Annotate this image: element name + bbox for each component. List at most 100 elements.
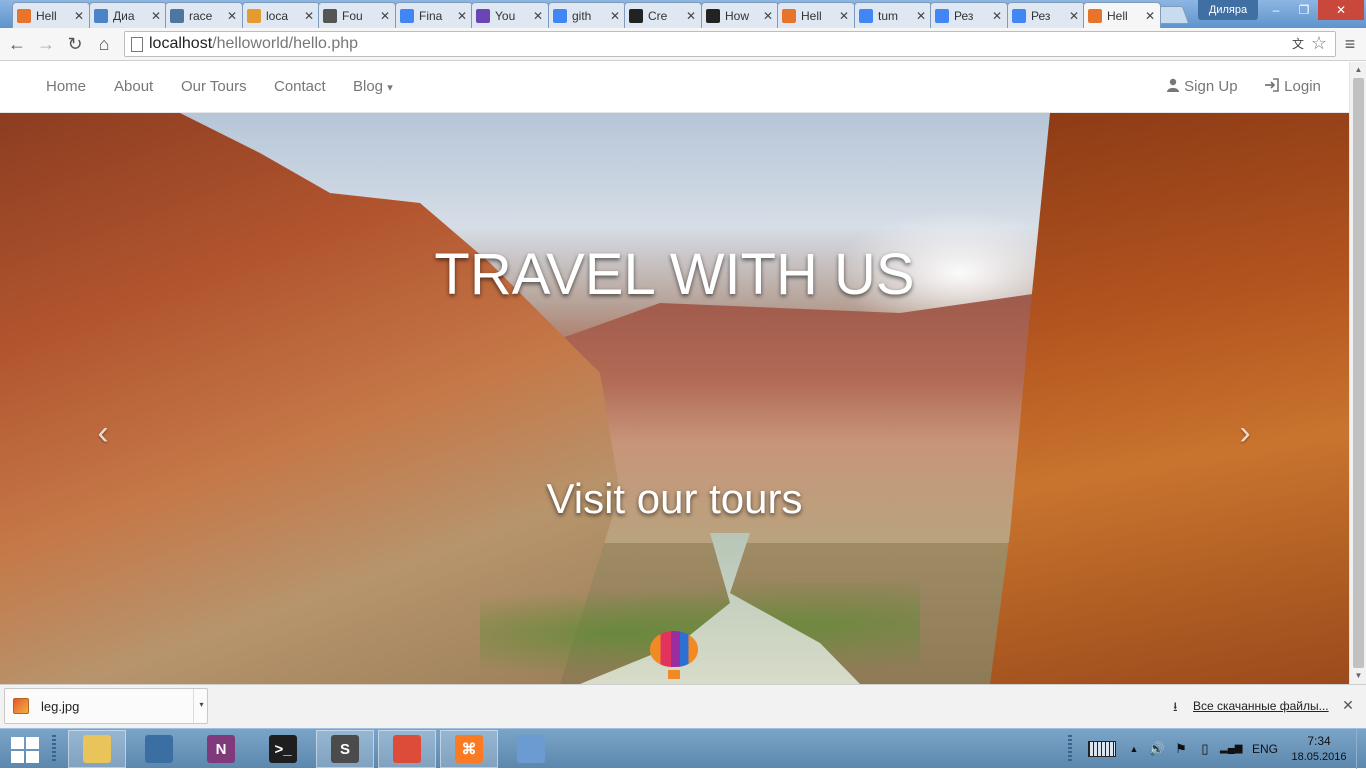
nav-about[interactable]: About bbox=[114, 62, 153, 113]
start-button[interactable] bbox=[8, 734, 40, 764]
taskbar-app-paint[interactable] bbox=[502, 730, 560, 768]
language-indicator[interactable]: ENG bbox=[1252, 742, 1278, 756]
tray-expand-icon[interactable]: ▲ bbox=[1125, 739, 1143, 759]
close-tab-icon[interactable]: ✕ bbox=[225, 9, 239, 23]
tab-title: You bbox=[495, 8, 516, 23]
profile-badge[interactable]: Диляра bbox=[1198, 0, 1258, 20]
home-button[interactable]: ⌂ bbox=[92, 32, 116, 56]
browser-tab[interactable]: Fina ✕ bbox=[395, 2, 473, 28]
taskbar-app-python[interactable] bbox=[130, 730, 188, 768]
taskbar-grip bbox=[52, 735, 56, 763]
minimize-button[interactable]: – bbox=[1262, 0, 1290, 20]
close-tab-icon[interactable]: ✕ bbox=[990, 9, 1004, 23]
tab-title: Рез bbox=[954, 8, 974, 23]
browser-tab[interactable]: Fou ✕ bbox=[318, 2, 396, 28]
battery-icon[interactable]: ▯ bbox=[1196, 739, 1214, 759]
action-center-icon[interactable]: ⚑ bbox=[1172, 739, 1190, 759]
forward-button[interactable]: → bbox=[34, 32, 58, 56]
url-path: /helloworld/hello.php bbox=[212, 35, 359, 52]
browser-tab[interactable]: Рез ✕ bbox=[930, 2, 1008, 28]
windows-taskbar: N >_ S ⌘ ▲ 🔊 ⚑ ▯ ▂▄▆ ENG 7:34 18.05.2016 bbox=[0, 728, 1366, 769]
browser-tab[interactable]: Hell ✕ bbox=[12, 2, 90, 28]
browser-tab[interactable]: How ✕ bbox=[701, 2, 779, 28]
close-tab-icon[interactable]: ✕ bbox=[455, 9, 469, 23]
scroll-thumb[interactable] bbox=[1353, 78, 1364, 668]
keyboard-icon[interactable] bbox=[1088, 741, 1116, 757]
xampp-icon bbox=[1088, 8, 1102, 23]
taskbar-app-sublime-text[interactable]: S bbox=[316, 730, 374, 768]
browser-tab[interactable]: Cre ✕ bbox=[624, 2, 702, 28]
close-tab-icon[interactable]: ✕ bbox=[302, 9, 316, 23]
volume-icon[interactable]: 🔊 bbox=[1148, 739, 1166, 759]
translate-icon[interactable]: 文 bbox=[1289, 35, 1307, 53]
nav-home[interactable]: Home bbox=[46, 62, 86, 113]
hero-subtitle: Visit our tours bbox=[546, 475, 803, 522]
close-tab-icon[interactable]: ✕ bbox=[149, 9, 163, 23]
browser-tab[interactable]: You ✕ bbox=[471, 2, 549, 28]
reload-button[interactable]: ↻ bbox=[63, 32, 87, 56]
login-label: Login bbox=[1284, 78, 1321, 95]
clock-date[interactable]: 18.05.2016 bbox=[1290, 751, 1348, 763]
network-signal-icon[interactable]: ▂▄▆ bbox=[1220, 739, 1242, 759]
download-item[interactable]: leg.jpg ▾ bbox=[4, 688, 208, 724]
nav-our-tours[interactable]: Our Tours bbox=[181, 62, 247, 113]
close-tab-icon[interactable]: ✕ bbox=[1067, 9, 1081, 23]
taskbar-app-terminal[interactable]: >_ bbox=[254, 730, 312, 768]
maximize-button[interactable]: ❐ bbox=[1290, 0, 1318, 20]
show-desktop-button[interactable] bbox=[1356, 729, 1366, 769]
browser-tab[interactable]: loca ✕ bbox=[242, 2, 320, 28]
tab-title: Fou bbox=[342, 8, 363, 23]
close-tab-icon[interactable]: ✕ bbox=[914, 9, 928, 23]
bookmark-star-icon[interactable]: ☆ bbox=[1309, 33, 1329, 53]
clock-time[interactable]: 7:34 bbox=[1294, 734, 1344, 748]
close-window-button[interactable]: ✕ bbox=[1318, 0, 1364, 20]
browser-tab[interactable]: Рез ✕ bbox=[1007, 2, 1085, 28]
scroll-up-icon[interactable]: ▲ bbox=[1350, 62, 1366, 78]
browser-tab[interactable]: Hell ✕ bbox=[1083, 2, 1161, 28]
back-button[interactable]: ← bbox=[5, 32, 29, 56]
address-bar[interactable]: localhost/helloworld/hello.php 文 ☆ bbox=[124, 31, 1336, 57]
close-tab-icon[interactable]: ✕ bbox=[684, 9, 698, 23]
nav-login[interactable]: Login bbox=[1264, 62, 1321, 113]
scroll-down-icon[interactable]: ▼ bbox=[1350, 668, 1366, 684]
close-tab-icon[interactable]: ✕ bbox=[1143, 9, 1157, 23]
browser-tab[interactable]: race ✕ bbox=[165, 2, 243, 28]
vk-icon bbox=[170, 8, 184, 23]
user-icon bbox=[1167, 78, 1179, 92]
tab-title: Hell bbox=[36, 8, 57, 23]
url-host: localhost bbox=[149, 35, 213, 52]
list-icon bbox=[476, 8, 490, 23]
github-icon bbox=[706, 8, 720, 23]
show-all-downloads-link[interactable]: Все скачанные файлы... bbox=[1193, 699, 1329, 713]
close-tab-icon[interactable]: ✕ bbox=[72, 9, 86, 23]
chrome-icon bbox=[393, 735, 421, 763]
carousel-next-icon[interactable]: › bbox=[1230, 413, 1260, 453]
browser-tab[interactable]: Диа ✕ bbox=[89, 2, 167, 28]
close-download-shelf-icon[interactable]: ✕ bbox=[1338, 695, 1358, 715]
download-options-icon[interactable]: ▾ bbox=[193, 689, 209, 723]
close-tab-icon[interactable]: ✕ bbox=[378, 9, 392, 23]
taskbar-app-onenote[interactable]: N bbox=[192, 730, 250, 768]
close-tab-icon[interactable]: ✕ bbox=[837, 9, 851, 23]
tab-title: Fina bbox=[419, 8, 443, 23]
browser-menu-icon[interactable]: ≡ bbox=[1340, 32, 1360, 56]
browser-tab[interactable]: tum ✕ bbox=[854, 2, 932, 28]
nav-contact[interactable]: Contact bbox=[274, 62, 326, 113]
taskbar-app-xampp[interactable]: ⌘ bbox=[440, 730, 498, 768]
nav-sign-up[interactable]: Sign Up bbox=[1166, 62, 1238, 113]
nav-blog-dropdown[interactable]: Blog ▾ bbox=[353, 62, 393, 113]
xampp-icon bbox=[17, 8, 31, 23]
taskbar-app-file-explorer[interactable] bbox=[68, 730, 126, 768]
browser-tab[interactable]: gith ✕ bbox=[548, 2, 626, 28]
hero-carousel: TRAVEL WITH US Visit our tours ‹ › bbox=[0, 113, 1349, 684]
xampp-icon bbox=[782, 8, 796, 23]
carousel-prev-icon[interactable]: ‹ bbox=[88, 413, 118, 453]
browser-tab[interactable]: Hell ✕ bbox=[777, 2, 855, 28]
close-tab-icon[interactable]: ✕ bbox=[761, 9, 775, 23]
tray-grip bbox=[1068, 735, 1072, 763]
close-tab-icon[interactable]: ✕ bbox=[531, 9, 545, 23]
phpmyadmin-icon bbox=[247, 8, 261, 23]
page-scrollbar[interactable]: ▲ ▼ bbox=[1349, 62, 1366, 684]
close-tab-icon[interactable]: ✕ bbox=[608, 9, 622, 23]
taskbar-app-chrome[interactable] bbox=[378, 730, 436, 768]
